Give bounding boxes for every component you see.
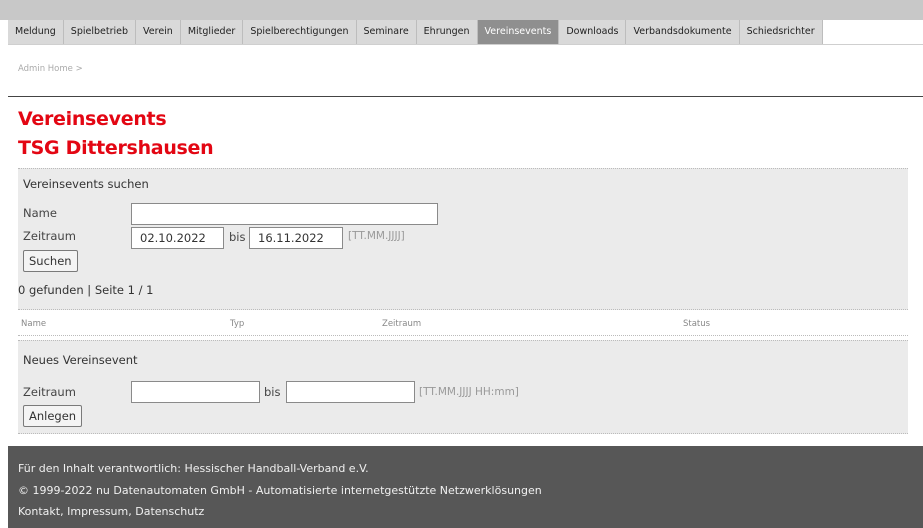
new-event-panel: Neues Vereinsevent Zeitraum bis [TT.MM.J…: [18, 340, 908, 434]
nav-spielberechtigungen[interactable]: Spielberechtigungen: [243, 20, 357, 44]
col-zeitraum[interactable]: Zeitraum: [382, 319, 421, 329]
nav-mitglieder[interactable]: Mitglieder: [180, 20, 244, 44]
nav-divider: [8, 44, 923, 45]
main-navigation: Meldung Spielbetrieb Verein Mitglieder S…: [8, 20, 823, 44]
search-panel-title: Vereinsevents suchen: [23, 177, 149, 191]
footer-link-impressum[interactable]: Impressum: [67, 505, 128, 518]
footer-link-datenschutz[interactable]: Datenschutz: [135, 505, 204, 518]
footer-links: Kontakt, Impressum, Datenschutz: [18, 505, 205, 518]
new-period-label: Zeitraum: [23, 385, 76, 399]
create-button[interactable]: Anlegen: [23, 405, 83, 427]
breadcrumb[interactable]: Admin Home >: [18, 64, 83, 74]
col-typ[interactable]: Typ: [230, 319, 244, 329]
name-input[interactable]: [131, 203, 438, 225]
footer-responsible: Für den Inhalt verantwortlich: Hessische…: [18, 462, 369, 475]
results-table-header: Name Typ Zeitraum Status: [18, 314, 908, 336]
col-status[interactable]: Status: [683, 319, 710, 329]
search-button[interactable]: Suchen: [23, 250, 78, 272]
footer: Für den Inhalt verantwortlich: Hessische…: [8, 446, 923, 528]
period-bis-label: bis: [229, 230, 246, 244]
footer-link-kontakt[interactable]: Kontakt: [18, 505, 60, 518]
nav-verbandsdokumente[interactable]: Verbandsdokumente: [626, 20, 740, 44]
name-label: Name: [23, 206, 57, 220]
page-title: Vereinsevents: [18, 108, 167, 130]
new-period-bis-label: bis: [264, 385, 281, 399]
new-period-to-input[interactable]: [286, 381, 415, 403]
nav-spielbetrieb[interactable]: Spielbetrieb: [63, 20, 137, 44]
nav-verein[interactable]: Verein: [136, 20, 181, 44]
nav-ehrungen[interactable]: Ehrungen: [416, 20, 478, 44]
nav-schiedsrichter[interactable]: Schiedsrichter: [739, 20, 823, 44]
period-from-input[interactable]: 02.10.2022: [131, 227, 224, 249]
datetime-format-hint: [TT.MM.JJJJ HH:mm]: [419, 386, 519, 398]
col-name[interactable]: Name: [21, 319, 46, 329]
nav-seminare[interactable]: Seminare: [356, 20, 417, 44]
period-label: Zeitraum: [23, 229, 76, 243]
club-name: TSG Dittershausen: [18, 137, 214, 159]
date-format-hint: [TT.MM.JJJJ]: [348, 230, 405, 242]
new-period-from-input[interactable]: [131, 381, 260, 403]
results-summary: 0 gefunden | Seite 1 / 1: [18, 283, 154, 297]
nav-downloads[interactable]: Downloads: [559, 20, 627, 44]
new-event-title: Neues Vereinsevent: [23, 353, 138, 367]
header-divider: [8, 96, 923, 97]
top-bar: [0, 0, 923, 20]
period-to-input[interactable]: 16.11.2022: [249, 227, 343, 249]
nav-vereinsevents[interactable]: Vereinsevents: [477, 20, 560, 44]
footer-copyright: © 1999-2022 nu Datenautomaten GmbH - Aut…: [18, 484, 542, 497]
nav-meldung[interactable]: Meldung: [8, 20, 64, 44]
